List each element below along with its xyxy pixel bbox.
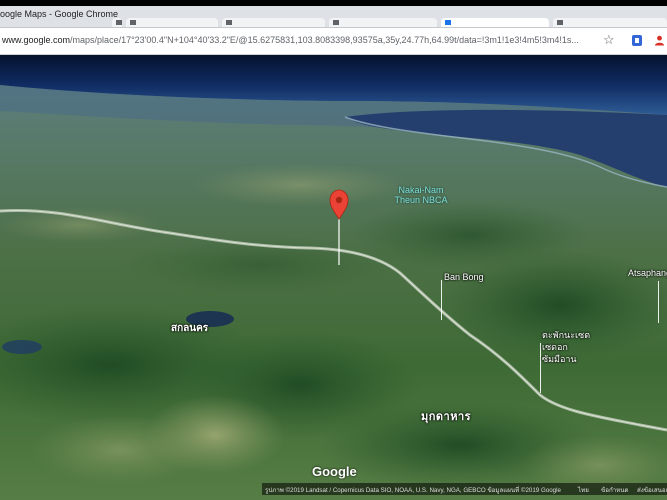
tab-1[interactable]	[112, 18, 122, 27]
url-domain: www.google.com	[2, 35, 71, 45]
map-label-line: Theun NBCA	[394, 195, 448, 205]
satellite-map-view[interactable]: Nakai-Nam Theun NBCA Ban Bong Atsaphang …	[0, 55, 667, 500]
label-stem	[658, 281, 659, 323]
star-icon[interactable]: ☆	[603, 33, 615, 47]
map-label-line: ตะพักนะเซต	[542, 330, 591, 340]
tab-favicon-icon	[226, 20, 232, 25]
tab-3[interactable]	[222, 18, 325, 27]
address-bar[interactable]: www.google.com/maps/place/17°23'00.4"N+1…	[2, 35, 597, 45]
map-label-ban-bong: Ban Bong	[444, 272, 484, 282]
map-label-mukdahan: มุกดาหาร	[421, 411, 472, 423]
tab-favicon-icon	[445, 20, 451, 25]
url-path: /maps/place/17°23'00.4"N+104°40'33.2"E/@…	[70, 35, 579, 45]
tab-favicon-icon	[130, 20, 136, 25]
google-logo: Google	[312, 464, 357, 479]
tab-2[interactable]	[126, 18, 218, 27]
extension-icon[interactable]	[632, 35, 642, 46]
label-stem	[441, 280, 442, 320]
imagery-attribution[interactable]: รูปภาพ ©2019 Landsat / Copernicus Data S…	[265, 485, 561, 495]
tab-6[interactable]	[553, 18, 667, 27]
map-label-sakon-nakhon: สกลนคร	[171, 323, 209, 334]
map-label-atsaphang: Atsaphang	[628, 268, 667, 278]
tab-4[interactable]	[329, 18, 437, 27]
map-label-nakai-nam-theun: Nakai-Nam Theun NBCA	[386, 185, 456, 205]
tab-strip: oogle Maps - Google Chrome	[0, 6, 667, 28]
tab-favicon-icon	[116, 20, 122, 25]
terms-link[interactable]: ข้อกำหนด	[601, 485, 629, 495]
window-title: oogle Maps - Google Chrome	[0, 9, 119, 19]
feedback-link[interactable]: ส่งข้อเสนอแนะ	[637, 485, 667, 495]
map-label-thai-region: ตะพักนะเซต เซดอก ซัมมือาน	[542, 329, 590, 365]
country-link[interactable]: ไทย	[578, 485, 589, 495]
browser-toolbar: www.google.com/maps/place/17°23'00.4"N+1…	[0, 28, 667, 55]
map-label-line: เซดอก	[542, 342, 568, 352]
tab-favicon-icon	[333, 20, 339, 25]
map-label-line: Nakai-Nam	[398, 185, 444, 195]
map-attribution-bar: รูปภาพ ©2019 Landsat / Copernicus Data S…	[262, 483, 667, 495]
map-label-line: ซัมมือาน	[542, 354, 577, 364]
profile-icon[interactable]	[654, 35, 665, 46]
satellite-imagery	[0, 55, 667, 500]
label-stem	[540, 343, 541, 393]
tab-favicon-icon	[557, 20, 563, 25]
tab-active-google-maps[interactable]	[441, 18, 549, 27]
